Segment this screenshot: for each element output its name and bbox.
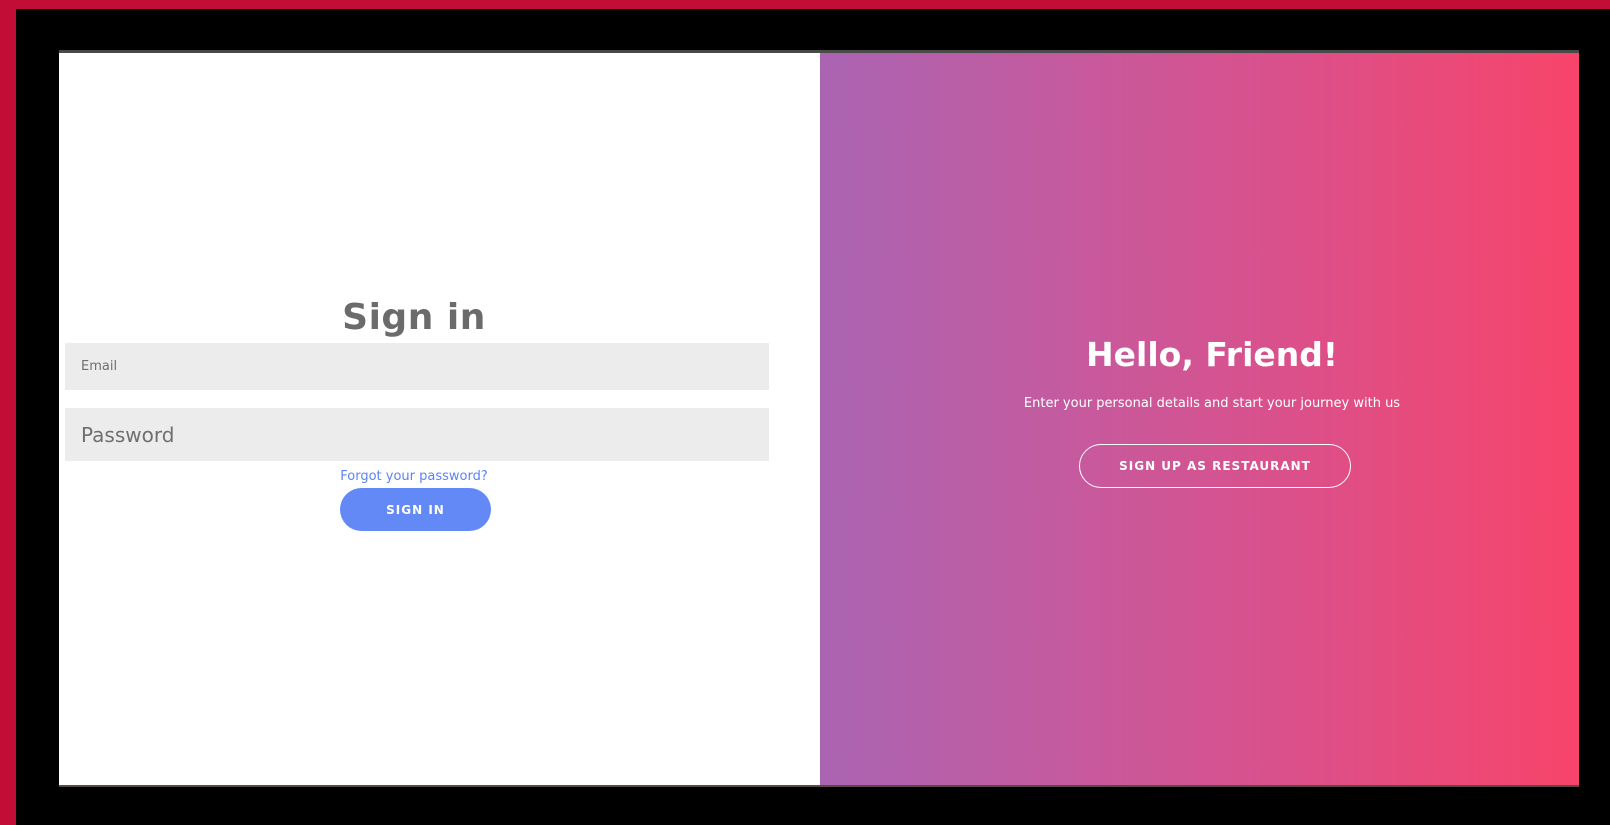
email-input[interactable] — [65, 343, 769, 390]
welcome-panel: Hello, Friend! Enter your personal detai… — [820, 53, 1579, 787]
welcome-title: Hello, Friend! — [1086, 335, 1338, 374]
window-bottom-edge — [59, 785, 1579, 787]
sign-up-restaurant-button[interactable]: SIGN UP AS RESTAURANT — [1079, 444, 1351, 488]
password-input[interactable] — [65, 408, 769, 461]
sign-in-button[interactable]: SIGN IN — [340, 488, 491, 531]
welcome-subtitle: Enter your personal details and start yo… — [1023, 396, 1401, 411]
sign-in-title: Sign in — [342, 297, 486, 338]
sign-in-panel: Sign in Forgot your password? SIGN IN — [59, 53, 820, 787]
forgot-password-link[interactable]: Forgot your password? — [59, 469, 769, 484]
app-window: Sign in Forgot your password? SIGN IN He… — [59, 50, 1579, 787]
